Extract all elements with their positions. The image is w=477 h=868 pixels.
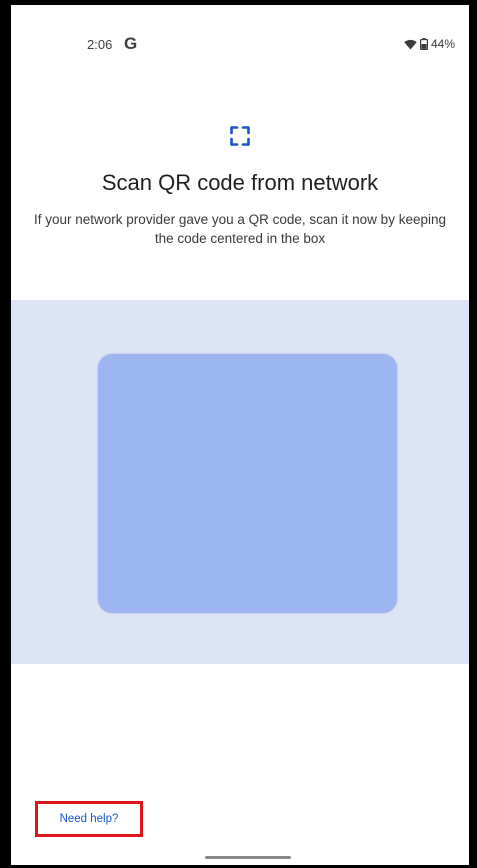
phone-screen: 2:06 G 44% Scan QR code from network If … (11, 5, 469, 865)
camera-preview (11, 300, 469, 664)
wifi-icon (404, 39, 417, 50)
status-bar: 2:06 G 44% (11, 5, 469, 85)
qr-scan-frame (98, 354, 397, 613)
page-title: Scan QR code from network (101, 170, 379, 195)
status-time: 2:06 (87, 37, 113, 52)
battery-percent: 44% (430, 37, 455, 51)
navigation-handle[interactable] (205, 856, 291, 859)
battery-icon (419, 38, 428, 50)
status-indicators: 44% (404, 37, 455, 51)
google-icon: G (124, 34, 138, 53)
qr-scan-icon (230, 126, 250, 146)
need-help-link[interactable]: Need help? (35, 801, 143, 837)
page-subtitle: If your network provider gave you a QR c… (34, 212, 446, 246)
